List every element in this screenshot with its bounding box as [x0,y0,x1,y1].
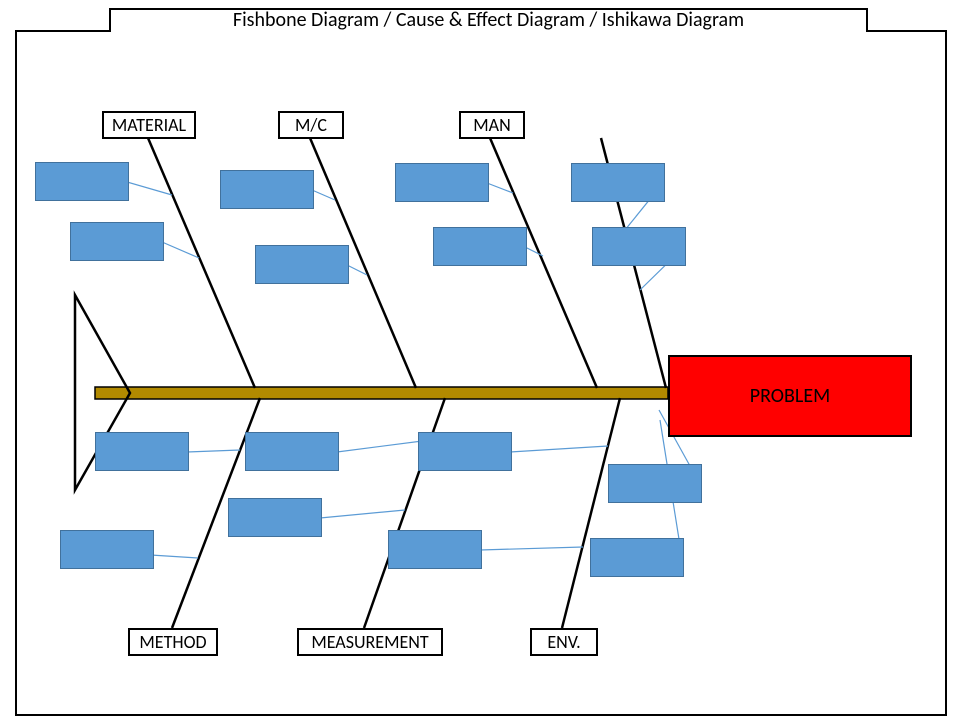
cause-box [245,432,339,471]
category-label: MAN [459,111,525,139]
cause-box [228,498,322,537]
cause-box [70,222,164,261]
category-label: M/C [278,111,344,139]
cause-box [255,245,349,284]
cause-box [60,530,154,569]
cause-box [608,464,702,503]
fishbone-diagram: Fishbone Diagram / Cause & Effect Diagra… [0,0,960,720]
cause-box [590,538,684,577]
problem-box: PROBLEM [668,355,912,437]
category-label: MATERIAL [102,111,196,139]
category-label: ENV. [530,628,598,656]
cause-box [433,227,527,266]
cause-box [418,432,512,471]
cause-box [35,162,129,201]
cause-box [571,163,665,202]
category-label: METHOD [128,628,218,656]
cause-box [95,432,189,471]
cause-box [395,163,489,202]
cause-box [388,530,482,569]
cause-box [592,227,686,266]
diagram-title: Fishbone Diagram / Cause & Effect Diagra… [109,8,868,32]
category-label: MEASUREMENT [297,628,443,656]
cause-box [220,170,314,209]
